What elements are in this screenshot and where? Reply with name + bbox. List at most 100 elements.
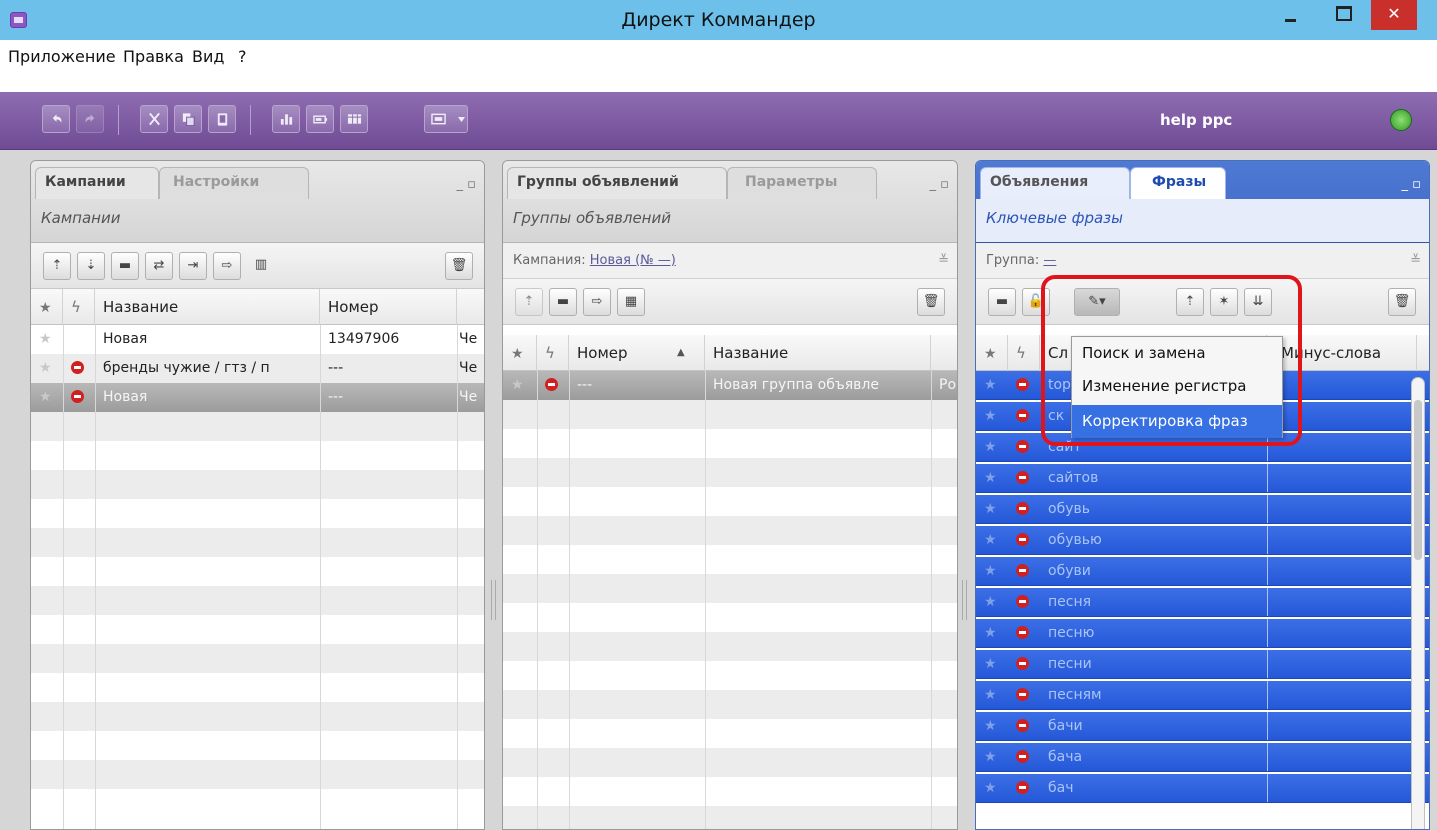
- table-row[interactable]: ★ обуви: [976, 557, 1429, 586]
- column-number[interactable]: Номер: [320, 289, 457, 325]
- paste-button[interactable]: [208, 105, 236, 133]
- download-button[interactable]: ⇣: [77, 252, 105, 280]
- favorite-star-icon[interactable]: ★: [976, 774, 1008, 803]
- tab-settings[interactable]: Настройки: [163, 167, 269, 199]
- favorite-star-icon[interactable]: ★: [976, 433, 1008, 462]
- tab-ads[interactable]: Объявления: [980, 167, 1098, 199]
- panel-splitter[interactable]: [962, 580, 967, 620]
- table-row[interactable]: ★ обувь: [976, 495, 1429, 524]
- undo-icon: [52, 114, 62, 123]
- upload-button[interactable]: ⇡: [43, 252, 71, 280]
- menu-application[interactable]: Приложение: [8, 47, 116, 66]
- export-button[interactable]: ⇨: [583, 288, 611, 316]
- favorite-column-icon[interactable]: ★: [503, 335, 537, 371]
- favorite-star-icon[interactable]: ★: [976, 712, 1008, 741]
- double-chevron-icon[interactable]: ≚: [938, 243, 949, 279]
- panel-splitter[interactable]: [491, 580, 496, 620]
- favorite-star-icon[interactable]: ★: [31, 383, 63, 412]
- column-divider: [569, 371, 570, 829]
- group-filter-link[interactable]: —: [1043, 253, 1056, 268]
- double-chevron-icon[interactable]: ≚: [1410, 243, 1421, 279]
- menu-help[interactable]: ?: [238, 47, 247, 66]
- favorite-column-icon[interactable]: ★: [976, 335, 1008, 371]
- menu-edit[interactable]: Правка: [123, 47, 184, 66]
- export-icon: ⇨: [221, 258, 233, 273]
- favorite-star-icon[interactable]: ★: [976, 464, 1008, 493]
- budget-button[interactable]: [306, 105, 334, 133]
- tab-ad-groups[interactable]: Группы объявлений: [507, 167, 689, 199]
- favorite-star-icon[interactable]: ★: [976, 588, 1008, 617]
- table-row[interactable]: ★ песню: [976, 619, 1429, 648]
- status-column-icon[interactable]: ϟ: [63, 289, 95, 325]
- copy-button[interactable]: [174, 105, 202, 133]
- column-number[interactable]: Номер ▲: [569, 335, 705, 371]
- view-dropdown-button[interactable]: [424, 105, 468, 133]
- table-button[interactable]: [340, 105, 368, 133]
- favorite-star-icon[interactable]: ★: [503, 371, 537, 400]
- export-button[interactable]: ⇨: [213, 252, 241, 280]
- table-row[interactable]: ★ бренды чужие / гтз / п --- Че: [31, 354, 484, 383]
- delete-campaign-button[interactable]: 🗑: [445, 252, 473, 280]
- table-row[interactable]: ★ бач: [976, 774, 1429, 803]
- favorite-column-icon[interactable]: ★: [31, 289, 63, 325]
- favorite-star-icon[interactable]: ★: [31, 325, 63, 354]
- panel-window-controls[interactable]: _ ▫: [457, 177, 476, 192]
- empty-row: [503, 458, 957, 487]
- favorite-star-icon[interactable]: ★: [976, 743, 1008, 772]
- close-button[interactable]: ✕: [1371, 0, 1417, 30]
- table-row[interactable]: ★ Новая 13497906 Че: [31, 325, 484, 354]
- favorite-star-icon[interactable]: ★: [976, 495, 1008, 524]
- favorite-star-icon[interactable]: ★: [976, 557, 1008, 586]
- column-name[interactable]: Название: [95, 289, 320, 325]
- new-phrase-button[interactable]: ▬: [988, 288, 1016, 316]
- import-button[interactable]: ⇥: [179, 252, 207, 280]
- favorite-star-icon[interactable]: ★: [976, 681, 1008, 710]
- table-row[interactable]: ★ песня: [976, 588, 1429, 617]
- new-group-button[interactable]: ▬: [549, 288, 577, 316]
- table-row[interactable]: ★ сайтов: [976, 464, 1429, 493]
- phrases-scrollbar[interactable]: [1411, 377, 1425, 829]
- tab-parameters[interactable]: Параметры: [735, 167, 847, 199]
- trash-icon: 🗑: [450, 258, 468, 273]
- status-column-icon[interactable]: ϟ: [1008, 335, 1040, 371]
- panel-window-controls[interactable]: _ ▫: [930, 177, 949, 192]
- upload-button[interactable]: ⇡: [515, 288, 543, 316]
- favorite-star-icon[interactable]: ★: [976, 526, 1008, 555]
- menu-view[interactable]: Вид: [192, 47, 224, 66]
- stats-button[interactable]: [272, 105, 300, 133]
- tab-campaigns[interactable]: Кампании: [35, 167, 136, 199]
- table-row[interactable]: ★ песням: [976, 681, 1429, 710]
- copy-campaign-button[interactable]: ⇄: [145, 252, 173, 280]
- campaign-stats-button[interactable]: ▥: [247, 252, 275, 280]
- favorite-star-icon[interactable]: ★: [31, 354, 63, 383]
- favorite-star-icon[interactable]: ★: [976, 650, 1008, 679]
- account-icon[interactable]: [1390, 109, 1412, 131]
- favorite-star-icon[interactable]: ★: [976, 402, 1008, 431]
- campaign-filter-link[interactable]: Новая (№ —): [590, 253, 676, 268]
- favorite-star-icon[interactable]: ★: [976, 619, 1008, 648]
- minimize-button[interactable]: [1272, 0, 1312, 32]
- empty-row: [503, 748, 957, 777]
- table-row[interactable]: ★ бачи: [976, 712, 1429, 741]
- table-button[interactable]: ▦: [617, 288, 645, 316]
- table-row[interactable]: ★ --- Новая группа объявле Ро: [503, 371, 957, 400]
- favorite-star-icon[interactable]: ★: [976, 371, 1008, 400]
- table-row[interactable]: ★ бача: [976, 743, 1429, 772]
- status-column-icon[interactable]: ϟ: [537, 335, 569, 371]
- maximize-button[interactable]: [1322, 0, 1362, 32]
- column-name[interactable]: Название: [705, 335, 931, 371]
- delete-group-button[interactable]: 🗑: [917, 288, 945, 316]
- panel-window-controls[interactable]: _ ▫: [1402, 177, 1421, 192]
- user-name[interactable]: help ppc: [1160, 111, 1232, 129]
- table-row[interactable]: ★ песни: [976, 650, 1429, 679]
- redo-button[interactable]: [76, 105, 104, 133]
- tab-phrases[interactable]: Фразы: [1142, 167, 1216, 199]
- phrases-panel: Объявления Фразы _ ▫ Ключевые фразы Груп…: [975, 160, 1430, 830]
- new-campaign-button[interactable]: ▬: [111, 252, 139, 280]
- scrollbar-thumb[interactable]: [1414, 400, 1422, 560]
- table-row[interactable]: ★ Новая --- Че: [31, 383, 484, 412]
- table-row[interactable]: ★ обувью: [976, 526, 1429, 555]
- undo-button[interactable]: [42, 105, 70, 133]
- delete-phrase-button[interactable]: 🗑: [1388, 288, 1416, 316]
- cut-button[interactable]: [140, 105, 168, 133]
